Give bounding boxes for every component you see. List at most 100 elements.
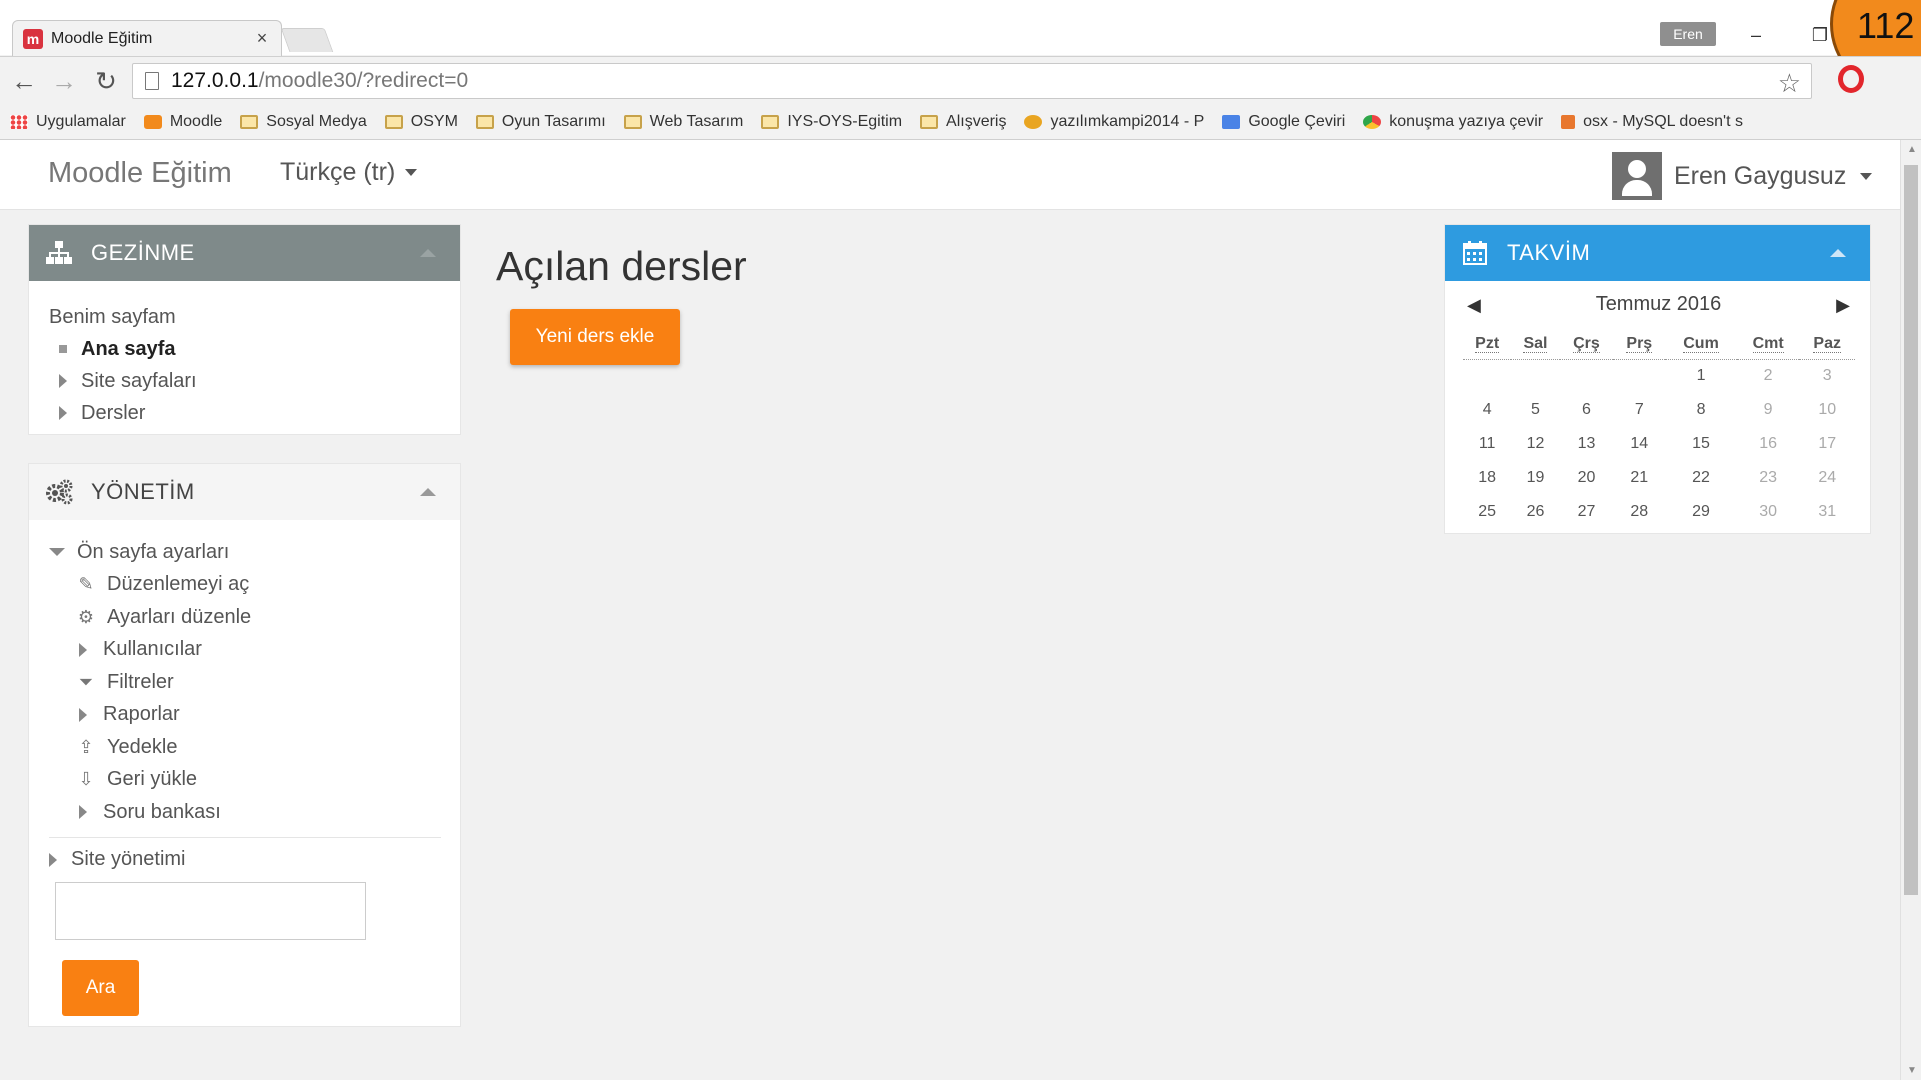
calendar-day[interactable]: 20 bbox=[1560, 461, 1614, 495]
admin-sub-item[interactable]: Raporlar bbox=[49, 699, 460, 732]
page-scrollbar[interactable]: ▲ ▼ bbox=[1900, 140, 1921, 1080]
scroll-down-icon[interactable]: ▼ bbox=[1907, 1065, 1917, 1076]
bookmark-item[interactable]: Google Çeviri bbox=[1222, 113, 1345, 131]
admin-sub-item[interactable]: ⚙ Ayarları düzenle bbox=[49, 601, 460, 634]
nav-item-site-pages[interactable]: Site sayfaları bbox=[49, 365, 460, 397]
calendar-day bbox=[1511, 359, 1559, 393]
calendar-day[interactable]: 13 bbox=[1560, 427, 1614, 461]
bookmark-item[interactable]: Web Tasarım bbox=[623, 113, 743, 131]
language-menu[interactable]: Türkçe (tr) bbox=[280, 158, 418, 187]
bookmark-item[interactable]: Uygulamalar bbox=[10, 113, 126, 131]
collapse-icon[interactable] bbox=[420, 249, 436, 257]
admin-item-site-administration[interactable]: Site yönetimi bbox=[49, 844, 460, 877]
calendar-day[interactable]: 6 bbox=[1560, 393, 1614, 427]
calendar-block-header[interactable]: TAKVİM bbox=[1445, 225, 1870, 281]
calendar-day[interactable]: 29 bbox=[1665, 495, 1737, 529]
admin-search-input[interactable] bbox=[55, 882, 366, 940]
calendar-day[interactable]: 26 bbox=[1511, 495, 1559, 529]
calendar-day[interactable]: 25 bbox=[1463, 495, 1511, 529]
calendar-day[interactable]: 18 bbox=[1463, 461, 1511, 495]
calendar-day[interactable]: 19 bbox=[1511, 461, 1559, 495]
admin-sub-item[interactable]: ✎ Düzenlemeyi aç bbox=[49, 569, 460, 602]
bookmark-item[interactable]: Alışveriş bbox=[920, 113, 1006, 131]
calendar-day[interactable]: 1 bbox=[1665, 359, 1737, 393]
administration-block: YÖNETİM Ön sayfa ayarları ✎ Düzenlemeyi a… bbox=[28, 463, 461, 1027]
chrome-icon bbox=[1363, 114, 1382, 129]
calendar-day[interactable]: 5 bbox=[1511, 393, 1559, 427]
calendar-weekday: Cum bbox=[1665, 329, 1737, 360]
collapse-icon[interactable] bbox=[420, 488, 436, 496]
calendar-day[interactable]: 4 bbox=[1463, 393, 1511, 427]
bookmark-item[interactable]: yazılımkampi2014 - P bbox=[1024, 113, 1204, 131]
calendar-day[interactable]: 24 bbox=[1799, 461, 1855, 495]
bookmark-item[interactable]: Moodle bbox=[143, 113, 222, 131]
scroll-up-icon[interactable]: ▲ bbox=[1907, 144, 1917, 155]
next-month-icon[interactable]: ▶ bbox=[1836, 295, 1850, 316]
calendar-day[interactable]: 14 bbox=[1613, 427, 1665, 461]
admin-item-label: Geri yükle bbox=[107, 768, 198, 791]
calendar-day[interactable]: 11 bbox=[1463, 427, 1511, 461]
admin-item-label: Ayarları düzenle bbox=[107, 605, 252, 628]
collapse-icon[interactable] bbox=[1830, 249, 1846, 257]
back-arrow-icon[interactable]: ← bbox=[8, 65, 40, 97]
calendar-day[interactable]: 17 bbox=[1799, 427, 1855, 461]
admin-sub-item[interactable]: ⇩ Geri yükle bbox=[49, 764, 460, 797]
calendar-month-label[interactable]: Temmuz 2016 bbox=[1596, 293, 1722, 316]
administration-block-header[interactable]: YÖNETİM bbox=[29, 464, 460, 520]
bookmark-label: osx - MySQL doesn't s bbox=[1583, 112, 1743, 130]
nav-item-my-page[interactable]: Benim sayfam bbox=[49, 301, 460, 333]
tab-close-icon[interactable]: × bbox=[253, 28, 271, 49]
calendar-day[interactable]: 23 bbox=[1737, 461, 1800, 495]
calendar-day[interactable]: 15 bbox=[1665, 427, 1737, 461]
navigation-tree: Benim sayfam Ana sayfa Site sayfaları De… bbox=[29, 281, 460, 429]
calendar-day[interactable]: 31 bbox=[1799, 495, 1855, 529]
folder-icon bbox=[920, 114, 939, 129]
admin-sub-item[interactable]: ⏷ Filtreler bbox=[49, 666, 460, 699]
bookmark-item[interactable]: konuşma yazıya çevir bbox=[1363, 113, 1543, 131]
new-tab-button[interactable] bbox=[280, 28, 334, 52]
admin-sub-item[interactable]: ⇪ Yedekle bbox=[49, 731, 460, 764]
bookmark-item[interactable]: OSYM bbox=[384, 113, 458, 131]
calendar-day[interactable]: 21 bbox=[1613, 461, 1665, 495]
reload-icon[interactable]: ↻ bbox=[90, 65, 122, 97]
add-course-button[interactable]: Yeni ders ekle bbox=[510, 309, 680, 365]
admin-sub-item[interactable]: Kullanıcılar bbox=[49, 634, 460, 667]
calendar-day[interactable]: 2 bbox=[1737, 359, 1800, 393]
moodle-favicon-icon: m bbox=[23, 28, 43, 49]
calendar-day[interactable]: 10 bbox=[1799, 393, 1855, 427]
admin-item-label: Kullanıcılar bbox=[103, 638, 202, 661]
calendar-day[interactable]: 22 bbox=[1665, 461, 1737, 495]
calendar-day[interactable]: 9 bbox=[1737, 393, 1800, 427]
admin-search-button[interactable]: Ara bbox=[62, 960, 139, 1016]
url-input[interactable]: 127.0.0.1 /moodle30/?redirect=0 ☆ bbox=[132, 63, 1812, 99]
browser-tab[interactable]: m Moodle Eğitim × bbox=[12, 20, 282, 56]
calendar-day[interactable]: 27 bbox=[1560, 495, 1614, 529]
minimize-icon[interactable]: – bbox=[1736, 20, 1776, 50]
previous-month-icon[interactable]: ◀ bbox=[1467, 295, 1481, 316]
calendar-day[interactable]: 16 bbox=[1737, 427, 1800, 461]
calendar-day[interactable]: 3 bbox=[1799, 359, 1855, 393]
navigation-block-header[interactable]: GEZİNME bbox=[29, 225, 460, 281]
user-menu[interactable]: Eren Gaygusuz bbox=[1612, 152, 1873, 200]
admin-item-front-page-settings[interactable]: Ön sayfa ayarları bbox=[49, 536, 460, 569]
folder-icon bbox=[623, 114, 642, 129]
opera-extension-icon[interactable] bbox=[1838, 65, 1864, 93]
site-brand-link[interactable]: Moodle Eğitim bbox=[48, 157, 232, 190]
profile-button[interactable]: Eren bbox=[1660, 22, 1716, 46]
calendar-day[interactable]: 8 bbox=[1665, 393, 1737, 427]
nav-item-courses[interactable]: Dersler bbox=[49, 397, 460, 429]
calendar-day[interactable]: 28 bbox=[1613, 495, 1665, 529]
calendar-day[interactable]: 12 bbox=[1511, 427, 1559, 461]
bookmark-item[interactable]: Oyun Tasarımı bbox=[475, 113, 606, 131]
nav-item-home[interactable]: Ana sayfa bbox=[49, 333, 460, 365]
calendar-day[interactable]: 30 bbox=[1737, 495, 1800, 529]
forward-arrow-icon[interactable]: → bbox=[48, 65, 80, 97]
admin-sub-item[interactable]: Soru bankası bbox=[49, 796, 460, 829]
bookmark-item[interactable]: osx - MySQL doesn't s bbox=[1561, 113, 1743, 131]
scroll-thumb[interactable] bbox=[1904, 165, 1918, 895]
bookmark-item[interactable]: Sosyal Medya bbox=[240, 113, 367, 131]
calendar-day[interactable]: 7 bbox=[1613, 393, 1665, 427]
bookmark-item[interactable]: IYS-OYS-Egitim bbox=[761, 113, 902, 131]
divider bbox=[49, 836, 441, 838]
bookmark-star-icon[interactable]: ☆ bbox=[1778, 68, 1801, 99]
